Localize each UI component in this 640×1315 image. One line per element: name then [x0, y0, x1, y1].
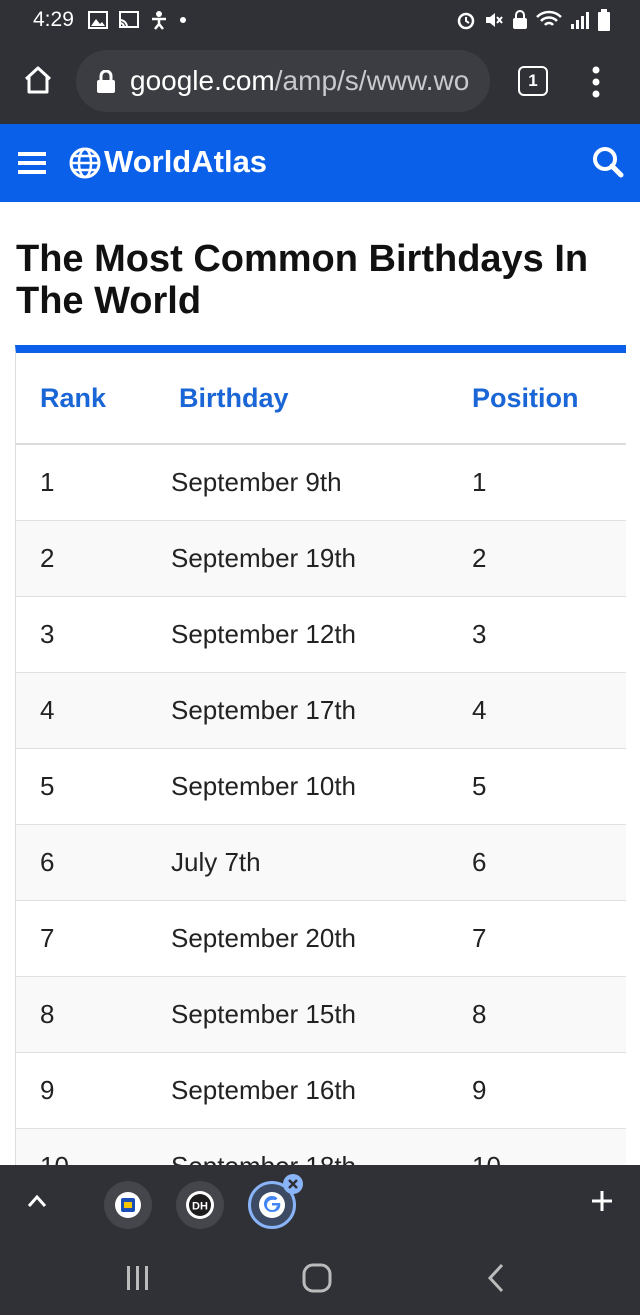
new-tab-icon[interactable] [590, 1189, 614, 1213]
globe-icon [69, 147, 101, 179]
rank-cell: 2 [16, 520, 171, 597]
position-cell: 8 [472, 976, 626, 1053]
home-button[interactable] [20, 62, 56, 98]
position-cell: 1 [472, 444, 626, 521]
birthday-cell: September 15th [171, 976, 472, 1053]
rank-cell: 1 [16, 444, 171, 521]
table-header-row: Rank Birthday Position [16, 353, 626, 445]
birthday-cell: September 12th [171, 596, 472, 673]
birthday-cell: September 16th [171, 1052, 472, 1129]
column-header-rank[interactable]: Rank [16, 353, 171, 445]
tab-rbc[interactable] [104, 1181, 152, 1229]
mute-icon [486, 13, 503, 27]
rank-cell: 4 [16, 672, 171, 749]
browser-toolbar: google.com/amp/s/www.wo 1 [0, 40, 640, 124]
table-row: 5 September 10th 5 [16, 748, 626, 825]
column-header-position[interactable]: Position [472, 353, 626, 445]
site-header: WorldAtlas [0, 124, 640, 202]
table-row: 10September 18th10 [16, 1128, 626, 1165]
alarm-icon [457, 12, 475, 30]
birthday-cell: September 10th [171, 748, 472, 825]
tab-switcher-button[interactable]: 1 [518, 66, 548, 96]
url-host: google.com [130, 65, 275, 96]
position-cell: 2 [472, 520, 626, 597]
status-icons-left [88, 10, 188, 30]
status-bar: 4:29 [0, 0, 640, 40]
lock-status-icon [513, 10, 527, 29]
status-icons-right [456, 9, 610, 31]
position-cell: 9 [472, 1052, 626, 1129]
table-row: 8 September 15th 8 [16, 976, 626, 1053]
close-tab-icon[interactable] [282, 1173, 304, 1195]
column-header-birthday[interactable]: Birthday [171, 353, 472, 445]
chevron-up-icon[interactable] [26, 1193, 48, 1209]
birthday-cell: September 19th [171, 520, 472, 597]
position-cell: 4 [472, 672, 626, 749]
table-row: 3 September 12th 3 [16, 596, 626, 673]
wifi-icon [536, 10, 562, 26]
google-favicon-icon [259, 1192, 285, 1218]
position-cell: 3 [472, 596, 626, 673]
system-nav-bar [0, 1241, 640, 1315]
table-row: 6 July 7th 6 [16, 824, 626, 901]
birthday-cell: September 18th [171, 1128, 472, 1165]
rank-cell: 5 [16, 748, 171, 825]
rbc-favicon-icon [115, 1192, 141, 1218]
birthday-cell: September 9th [171, 444, 472, 521]
table-row: 4 September 17th 4 [16, 672, 626, 749]
rank-cell: 8 [16, 976, 171, 1053]
birthday-cell: September 20th [171, 900, 472, 977]
tab-strip: DH [0, 1165, 640, 1241]
table-row: 1 September 9th 1 [16, 444, 626, 521]
table-row: 7 September 20th 7 [16, 900, 626, 977]
article-title: The Most Common Birthdays In The World [16, 238, 589, 322]
url-path: /amp/s/www.wo [274, 65, 470, 96]
search-icon[interactable] [592, 146, 624, 178]
rank-cell: 3 [16, 596, 171, 673]
rank-cell: 9 [16, 1052, 171, 1129]
svg-text:DH: DH [192, 1201, 208, 1213]
recent-apps-icon[interactable] [124, 1265, 152, 1291]
url-bar[interactable]: google.com/amp/s/www.wo [76, 50, 490, 112]
site-logo[interactable]: WorldAtlas [104, 144, 267, 180]
table-row: 9 September 16th 9 [16, 1052, 626, 1129]
hamburger-menu-icon[interactable] [18, 151, 46, 175]
home-icon [24, 66, 52, 94]
tab-dh[interactable]: DH [176, 1181, 224, 1229]
position-cell: 10 [472, 1128, 626, 1165]
url-text: google.com/amp/s/www.wo [130, 65, 486, 97]
lock-icon [97, 70, 115, 93]
dot-icon [180, 17, 186, 23]
home-nav-icon[interactable] [302, 1263, 332, 1293]
accessibility-icon [152, 11, 166, 30]
battery-icon [598, 9, 610, 31]
rank-cell: 6 [16, 824, 171, 901]
dh-favicon-icon: DH [186, 1191, 214, 1219]
birthday-cell: September 17th [171, 672, 472, 749]
birthday-cell: July 7th [171, 824, 472, 901]
image-icon [88, 11, 108, 29]
signal-icon [571, 12, 589, 29]
cast-icon [119, 11, 139, 28]
rank-cell: 7 [16, 900, 171, 977]
birthday-table: Rank Birthday Position 1 September 9th 1 2… [16, 353, 626, 1165]
rank-cell: 10 [16, 1128, 171, 1165]
position-cell: 5 [472, 748, 626, 825]
birthday-table-container: Rank Birthday Position 1 September 9th 1 2… [15, 345, 626, 1165]
table-row: 2 September 19th 2 [16, 520, 626, 597]
position-cell: 7 [472, 900, 626, 977]
back-nav-icon[interactable] [486, 1263, 506, 1293]
overflow-menu-icon[interactable] [584, 62, 608, 102]
status-time: 4:29 [33, 8, 74, 31]
position-cell: 6 [472, 824, 626, 901]
